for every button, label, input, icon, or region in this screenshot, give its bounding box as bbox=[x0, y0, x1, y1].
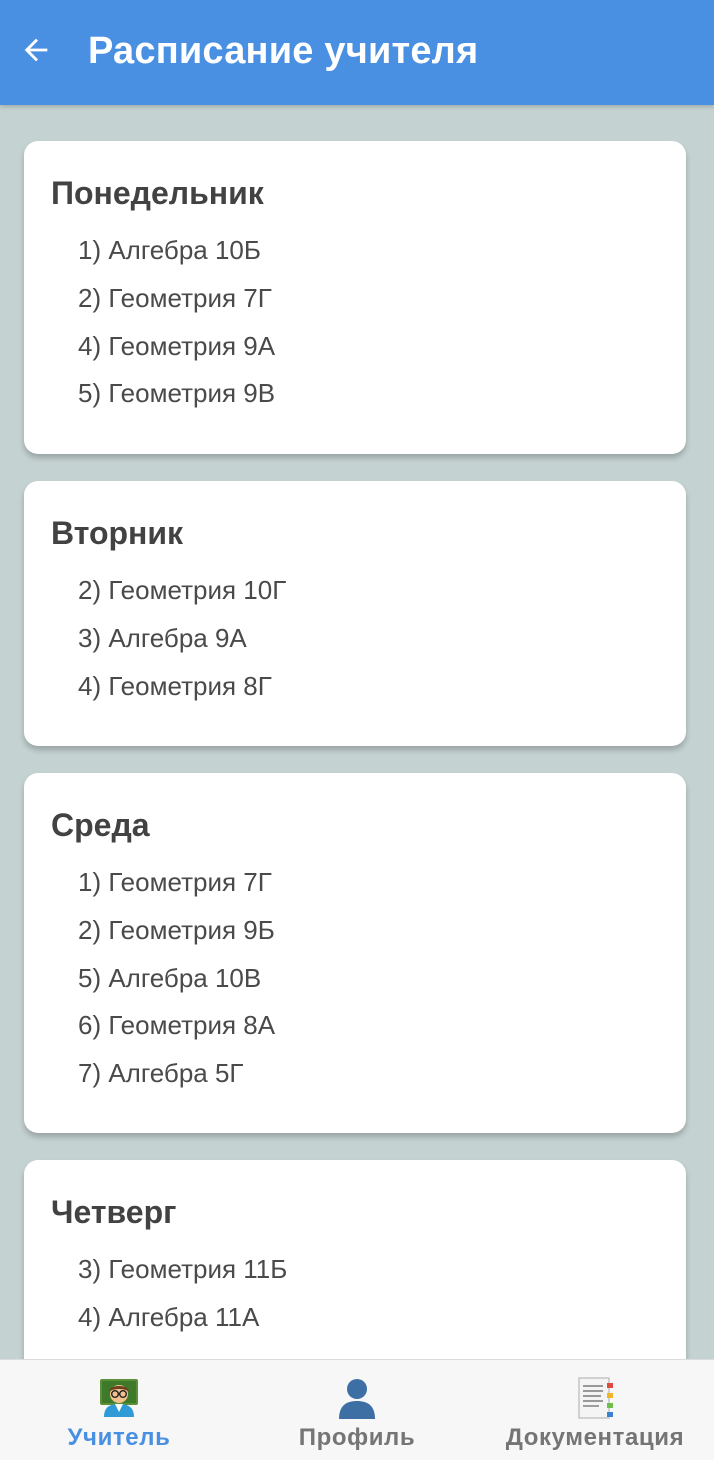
day-card-monday: Понедельник 1) Алгебра 10Б 2) Геометрия … bbox=[24, 141, 686, 454]
day-card-thursday: Четверг 3) Геометрия 11Б 4) Алгебра 11А bbox=[24, 1160, 686, 1359]
lesson-item: 5) Геометрия 9В bbox=[78, 378, 276, 409]
lesson-item: 4) Алгебра 11А bbox=[78, 1301, 260, 1332]
profile-icon bbox=[339, 1379, 375, 1419]
nav-label: Документация bbox=[505, 1424, 685, 1451]
page-title: Расписание учителя bbox=[88, 30, 479, 72]
document-icon bbox=[578, 1377, 613, 1419]
lesson-item: 6) Геометрия 8А bbox=[78, 1010, 276, 1041]
lesson-item: 2) Геометрия 10Г bbox=[78, 575, 287, 605]
nav-label: Учитель bbox=[67, 1424, 171, 1451]
app-bar: Расписание учителя bbox=[0, 0, 714, 105]
nav-item-documentation[interactable]: Документация bbox=[476, 1360, 714, 1460]
back-button[interactable] bbox=[16, 30, 56, 70]
lesson-item: 2) Геометрия 9Б bbox=[78, 914, 275, 945]
nav-label: Профиль bbox=[298, 1424, 416, 1451]
teacher-icon bbox=[100, 1379, 138, 1417]
nav-item-teacher[interactable]: Учитель bbox=[0, 1360, 238, 1460]
day-title: Четверг bbox=[51, 1194, 177, 1230]
nav-item-profile[interactable]: Профиль bbox=[238, 1360, 476, 1460]
lesson-item: 2) Геометрия 7Г bbox=[78, 282, 272, 313]
lesson-item: 3) Геометрия 11Б bbox=[78, 1254, 288, 1284]
lesson-item: 1) Геометрия 7Г bbox=[78, 867, 272, 897]
day-title: Вторник bbox=[51, 515, 184, 551]
lesson-item: 5) Алгебра 10В bbox=[78, 962, 262, 993]
day-card-tuesday: Вторник 2) Геометрия 10Г 3) Алгебра 9А 4… bbox=[24, 481, 686, 746]
day-title: Среда bbox=[51, 807, 150, 843]
day-card-wednesday: Среда 1) Геометрия 7Г 2) Геометрия 9Б 5)… bbox=[24, 773, 686, 1133]
bottom-navigation: Учитель Профиль Документация bbox=[0, 1359, 714, 1460]
lesson-item: 3) Алгебра 9А bbox=[78, 622, 247, 653]
lesson-item: 4) Геометрия 8Г bbox=[78, 670, 272, 701]
arrow-back-icon bbox=[24, 38, 48, 62]
lesson-item: 1) Алгебра 10Б bbox=[78, 235, 261, 265]
lesson-item: 7) Алгебра 5Г bbox=[78, 1058, 244, 1089]
schedule-list[interactable]: Понедельник 1) Алгебра 10Б 2) Геометрия … bbox=[0, 105, 714, 1359]
lesson-item: 4) Геометрия 9А bbox=[78, 330, 276, 361]
day-title: Понедельник bbox=[51, 175, 264, 211]
